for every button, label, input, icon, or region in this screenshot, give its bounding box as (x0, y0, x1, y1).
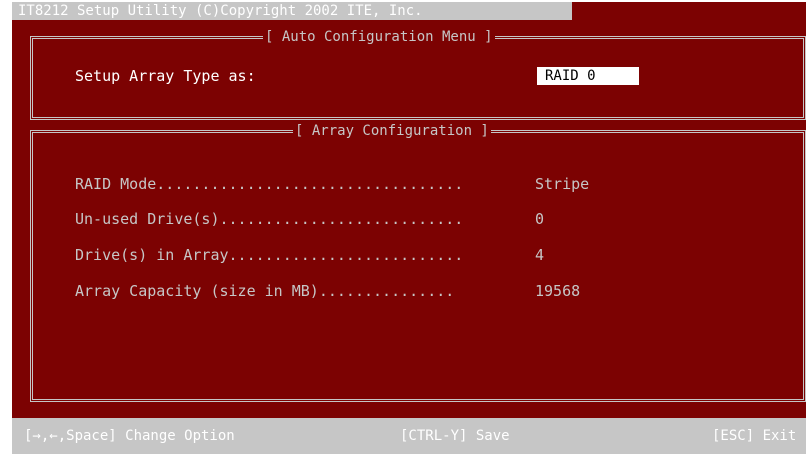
save-hint[interactable]: [CTRL-Y] Save (400, 428, 510, 444)
key-help-bar: [→,←,Space] Change Option [CTRL-Y] Save … (12, 418, 806, 454)
array-configuration-title: [ Array Configuration ] (293, 123, 491, 139)
raid-mode-label: RAID Mode...............................… (75, 175, 464, 193)
change-option-hint[interactable]: [→,←,Space] Change Option (24, 428, 235, 444)
drives-in-array-value: 4 (535, 246, 545, 264)
array-type-selector[interactable]: RAID 0 (537, 67, 639, 85)
auto-configuration-panel: [ Auto Configuration Menu ] Setup Array … (30, 29, 806, 120)
title-bar: IT8212 Setup Utility (C)Copyright 2002 I… (12, 2, 572, 20)
array-type-label: Setup Array Type as: (75, 67, 256, 85)
exit-hint[interactable]: [ESC] Exit (712, 428, 796, 444)
array-configuration-panel: [ Array Configuration ] RAID Mode.......… (30, 123, 806, 402)
array-capacity-label: Array Capacity (size in MB).............… (75, 282, 455, 300)
auto-configuration-title: [ Auto Configuration Menu ] (263, 29, 495, 45)
app-title: IT8212 Setup Utility (C)Copyright 2002 I… (18, 3, 423, 19)
raid-mode-value: Stripe (535, 175, 590, 193)
unused-drives-label: Un-used Drive(s)........................… (75, 210, 464, 228)
array-capacity-value: 19568 (535, 282, 581, 300)
drives-in-array-label: Drive(s) in Array.......................… (75, 246, 464, 264)
unused-drives-value: 0 (535, 210, 545, 228)
bios-screen: IT8212 Setup Utility (C)Copyright 2002 I… (12, 2, 806, 454)
